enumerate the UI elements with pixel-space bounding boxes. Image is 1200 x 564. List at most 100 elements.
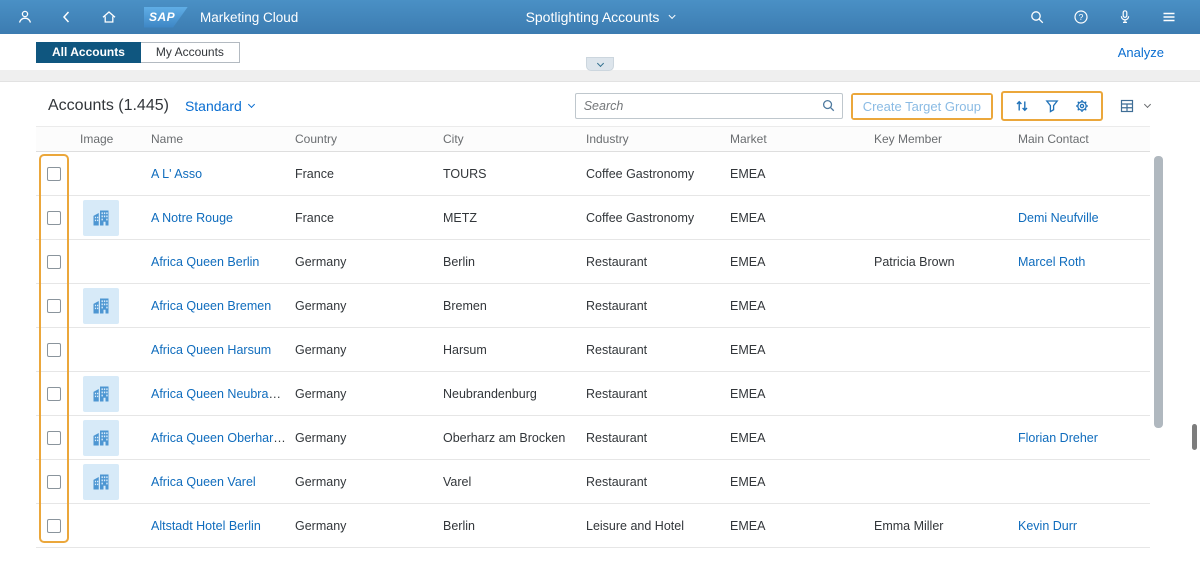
row-checkbox[interactable]	[47, 211, 61, 225]
table-row[interactable]: Altstadt Hotel BerlinGermanyBerlinLeisur…	[36, 504, 1150, 548]
column-header-market[interactable]: Market	[722, 132, 866, 146]
building-icon	[83, 200, 119, 236]
city-cell: METZ	[435, 211, 578, 225]
row-checkbox[interactable]	[47, 167, 61, 181]
filter-icon[interactable]	[1044, 98, 1060, 114]
chevron-down-icon	[668, 11, 675, 18]
table-row[interactable]: Africa Queen Harsum GermanyHarsumRestaura…	[36, 328, 1150, 372]
industry-cell: Restaurant	[578, 475, 722, 489]
main-contact-link[interactable]: Kevin Durr	[1018, 519, 1077, 533]
city-cell: Neubrandenburg	[435, 387, 578, 401]
settings-gear-icon[interactable]	[1074, 98, 1090, 114]
market-cell: EMEA	[722, 343, 866, 357]
sort-icon[interactable]	[1014, 98, 1030, 114]
country-cell: France	[287, 211, 435, 225]
page-title-menu[interactable]: Spotlighting Accounts	[526, 9, 675, 25]
table-row[interactable]: Africa Queen BerlinGermanyBerlinRestaura…	[36, 240, 1150, 284]
main-contact-link[interactable]: Marcel Roth	[1018, 255, 1085, 269]
name-cell: Africa Queen Oberharz a...	[143, 431, 287, 445]
main-contact-link[interactable]: Florian Dreher	[1018, 431, 1098, 445]
analyze-link[interactable]: Analyze	[1118, 45, 1164, 60]
country-cell: Germany	[287, 299, 435, 313]
account-name-link[interactable]: Africa Queen Varel	[151, 475, 256, 489]
help-icon[interactable]: ?	[1070, 6, 1092, 28]
search-icon[interactable]	[1026, 6, 1048, 28]
selection-cell	[36, 211, 72, 225]
search-field	[575, 93, 843, 119]
table-row[interactable]: Africa Queen Oberharz a...GermanyOberhar…	[36, 416, 1150, 460]
row-checkbox[interactable]	[47, 475, 61, 489]
industry-cell: Restaurant	[578, 343, 722, 357]
account-name-link[interactable]: Africa Queen Harsum	[151, 343, 271, 357]
city-cell: Harsum	[435, 343, 578, 357]
export-spreadsheet-icon[interactable]	[1119, 98, 1135, 114]
chevron-down-icon[interactable]	[1144, 100, 1151, 107]
row-checkbox[interactable]	[47, 343, 61, 357]
expand-header-button[interactable]	[586, 57, 614, 71]
table-body: A L' AssoFranceTOURSCoffee GastronomyEME…	[36, 152, 1150, 548]
tab-my-accounts[interactable]: My Accounts	[141, 42, 240, 63]
column-header-image[interactable]: Image	[72, 132, 143, 146]
column-header-name[interactable]: Name	[143, 132, 287, 146]
selection-cell	[36, 255, 72, 269]
table-row[interactable]: Africa Queen VarelGermanyVarelRestaurant…	[36, 460, 1150, 504]
column-header-industry[interactable]: Industry	[578, 132, 722, 146]
shell-bar: SAP Marketing Cloud Spotlighting Account…	[0, 0, 1200, 34]
country-cell: Germany	[287, 343, 435, 357]
table-row[interactable]: A Notre RougeFranceMETZCoffee Gastronomy…	[36, 196, 1150, 240]
view-selector-label: Standard	[185, 98, 242, 114]
window-scrollbar[interactable]	[1192, 424, 1197, 450]
back-icon[interactable]	[56, 6, 78, 28]
table-row[interactable]: A L' AssoFranceTOURSCoffee GastronomyEME…	[36, 152, 1150, 196]
account-name-link[interactable]: Africa Queen Berlin	[151, 255, 259, 269]
country-cell: Germany	[287, 255, 435, 269]
building-icon	[83, 288, 119, 324]
home-icon[interactable]	[98, 6, 120, 28]
account-name-link[interactable]: Africa Queen Oberharz a...	[151, 431, 287, 445]
column-header-main-contact[interactable]: Main Contact	[1010, 132, 1150, 146]
industry-cell: Restaurant	[578, 387, 722, 401]
key-member-cell: Patricia Brown	[866, 255, 1010, 269]
search-icon[interactable]	[821, 98, 836, 118]
account-name-link[interactable]: A L' Asso	[151, 167, 202, 181]
account-name-link[interactable]: Africa Queen Neubrande...	[151, 387, 287, 401]
row-checkbox[interactable]	[47, 387, 61, 401]
row-checkbox[interactable]	[47, 299, 61, 313]
table-row[interactable]: Africa Queen Neubrande...GermanyNeubrand…	[36, 372, 1150, 416]
city-cell: Berlin	[435, 519, 578, 533]
name-cell: A Notre Rouge	[143, 211, 287, 225]
table-row[interactable]: Africa Queen BremenGermanyBremenRestaura…	[36, 284, 1150, 328]
market-cell: EMEA	[722, 167, 866, 181]
table-actions-highlight	[1001, 91, 1103, 121]
table-scrollbar[interactable]	[1154, 156, 1163, 428]
column-header-city[interactable]: City	[435, 132, 578, 146]
account-name-link[interactable]: A Notre Rouge	[151, 211, 233, 225]
city-cell: Bremen	[435, 299, 578, 313]
menu-icon[interactable]	[1158, 6, 1180, 28]
building-icon	[83, 420, 119, 456]
microphone-icon[interactable]	[1114, 6, 1136, 28]
selection-cell	[36, 299, 72, 313]
search-input[interactable]	[575, 93, 843, 119]
row-checkbox[interactable]	[47, 431, 61, 445]
main-contact-cell: Florian Dreher	[1010, 431, 1150, 445]
row-checkbox[interactable]	[47, 255, 61, 269]
market-cell: EMEA	[722, 299, 866, 313]
market-cell: EMEA	[722, 475, 866, 489]
row-checkbox[interactable]	[47, 519, 61, 533]
main-contact-link[interactable]: Demi Neufville	[1018, 211, 1099, 225]
account-tabs: All Accounts My Accounts	[36, 42, 240, 63]
account-name-link[interactable]: Africa Queen Bremen	[151, 299, 271, 313]
column-header-key-member[interactable]: Key Member	[866, 132, 1010, 146]
tab-all-accounts[interactable]: All Accounts	[36, 42, 141, 63]
account-name-link[interactable]: Altstadt Hotel Berlin	[151, 519, 261, 533]
create-target-group-button[interactable]: Create Target Group	[853, 95, 991, 118]
market-cell: EMEA	[722, 255, 866, 269]
user-icon[interactable]	[14, 6, 36, 28]
view-selector[interactable]: Standard	[185, 98, 254, 114]
selection-cell	[36, 167, 72, 181]
header-collapse-strip	[0, 70, 1200, 82]
name-cell: Africa Queen Harsum	[143, 343, 287, 357]
column-header-country[interactable]: Country	[287, 132, 435, 146]
country-cell: Germany	[287, 519, 435, 533]
